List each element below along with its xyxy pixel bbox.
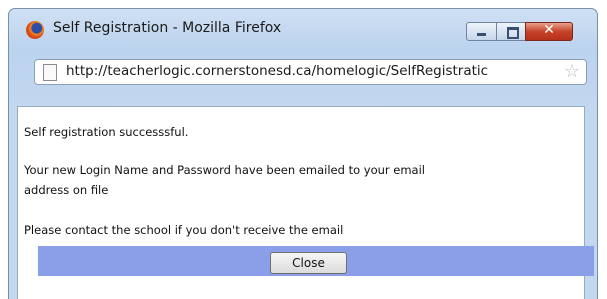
minimize-icon [477, 33, 486, 36]
close-icon: ✕ [543, 22, 555, 38]
page-icon [43, 64, 57, 81]
firefox-icon [26, 21, 44, 39]
window-title: Self Registration - Mozilla Firefox [53, 20, 282, 36]
url-text[interactable]: http://teacherlogic.cornerstonesd.ca/hom… [66, 63, 546, 79]
success-message: Self registration successsful. [24, 125, 189, 139]
maximize-icon [507, 27, 519, 39]
close-window-button[interactable]: ✕ [525, 22, 573, 41]
close-button[interactable]: Close [270, 252, 347, 274]
minimize-button[interactable] [466, 22, 497, 41]
maximize-button[interactable] [496, 22, 526, 41]
title-bar[interactable]: Self Registration - Mozilla Firefox ✕ [9, 9, 597, 51]
contact-school-notice: Please contact the school if you don't r… [24, 223, 344, 237]
address-bar[interactable]: http://teacherlogic.cornerstonesd.ca/hom… [34, 59, 587, 85]
email-notice-line1: Your new Login Name and Password have be… [24, 163, 425, 177]
bookmark-star-icon[interactable]: ☆ [564, 61, 580, 82]
email-notice-line2: address on file [24, 183, 109, 197]
